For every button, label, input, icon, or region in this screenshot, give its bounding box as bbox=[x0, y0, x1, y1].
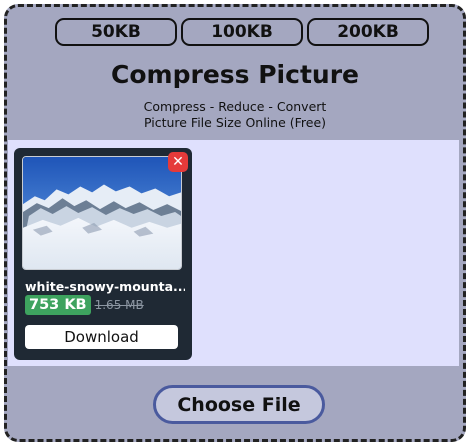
page-subtitle: Compress - Reduce - Convert Picture File… bbox=[7, 99, 463, 131]
subtitle-line-2: Picture File Size Online (Free) bbox=[143, 115, 327, 130]
file-card: ✕ white-snowy-mounta... 753 KB 1.65 MB D… bbox=[14, 148, 192, 360]
download-button[interactable]: Download bbox=[25, 325, 178, 349]
close-icon: ✕ bbox=[172, 154, 184, 170]
preset-100kb-button[interactable]: 100KB bbox=[181, 18, 303, 46]
preset-50kb-button[interactable]: 50KB bbox=[55, 18, 177, 46]
subtitle-line-1: Compress - Reduce - Convert bbox=[143, 99, 327, 114]
image-thumbnail bbox=[22, 156, 182, 270]
remove-file-button[interactable]: ✕ bbox=[168, 152, 188, 172]
page-title: Compress Picture bbox=[111, 60, 359, 89]
choose-file-button[interactable]: Choose File bbox=[153, 385, 325, 424]
file-size-row: 753 KB 1.65 MB bbox=[25, 294, 144, 316]
snowy-mountain-image bbox=[23, 157, 181, 269]
file-name: white-snowy-mounta... bbox=[25, 279, 185, 294]
original-size: 1.65 MB bbox=[94, 298, 144, 312]
preset-200kb-button[interactable]: 200KB bbox=[307, 18, 429, 46]
compressed-size-badge: 753 KB bbox=[25, 295, 91, 315]
size-presets: 50KB 100KB 200KB bbox=[55, 18, 429, 46]
